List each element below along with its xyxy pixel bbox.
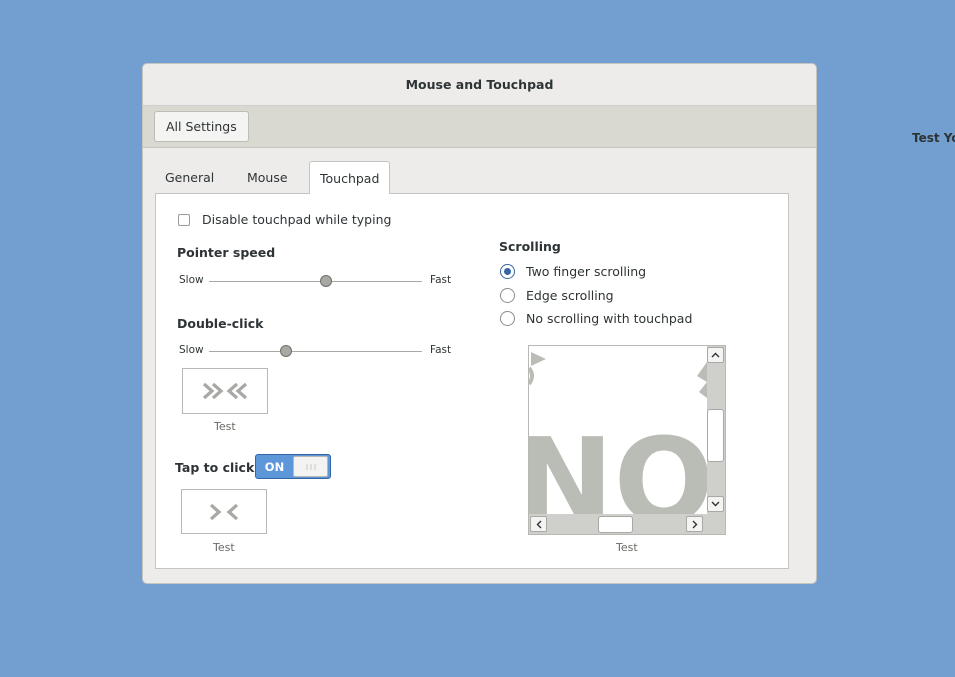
double-chevron-icon <box>202 382 248 400</box>
double-click-test-label: Test <box>214 420 236 433</box>
pointer-speed-track[interactable] <box>209 281 422 282</box>
double-click-slow-label: Slow <box>179 344 204 356</box>
tap-to-click-test-label: Test <box>213 541 235 554</box>
two-finger-scrolling-label: Two finger scrolling <box>526 264 647 279</box>
chevron-right-icon <box>692 520 697 528</box>
disable-while-typing-label: Disable touchpad while typing <box>202 212 392 227</box>
tap-to-click-heading: Tap to click <box>175 460 255 475</box>
grip-icon <box>306 463 315 470</box>
scroll-down-button[interactable] <box>707 496 724 512</box>
two-finger-scrolling-radio[interactable] <box>500 264 515 279</box>
disable-while-typing-checkbox[interactable] <box>178 214 190 226</box>
scrolling-heading: Scrolling <box>499 239 561 254</box>
background-label: Test Yo <box>912 131 955 145</box>
horizontal-scroll-thumb[interactable] <box>598 516 633 533</box>
tap-to-click-switch[interactable]: ON <box>255 454 331 479</box>
vertical-scroll-thumb[interactable] <box>707 409 724 462</box>
pointer-speed-slow-label: Slow <box>179 274 204 286</box>
pointer-speed-heading: Pointer speed <box>177 245 276 260</box>
pointer-speed-fast-label: Fast <box>430 274 452 286</box>
switch-handle[interactable] <box>293 456 328 477</box>
preview-text: NOM <box>529 412 707 516</box>
edge-scrolling-radio[interactable] <box>500 288 515 303</box>
scroll-test-area[interactable]: NOM <box>528 345 726 535</box>
edge-scrolling-label: Edge scrolling <box>526 288 614 303</box>
no-scrolling-label: No scrolling with touchpad <box>526 311 693 326</box>
mouse-touchpad-window: Mouse and Touchpad All Settings General … <box>142 63 817 584</box>
scroll-test-label: Test <box>616 541 638 554</box>
scroll-right-button[interactable] <box>686 516 703 532</box>
switch-on-label: ON <box>264 459 285 474</box>
chevron-left-icon <box>536 520 541 528</box>
converging-chevron-icon <box>209 503 239 520</box>
chevron-down-icon <box>711 501 720 507</box>
all-settings-button[interactable]: All Settings <box>154 111 249 142</box>
chevron-up-icon <box>711 352 720 358</box>
tab-mouse[interactable]: Mouse <box>237 161 298 194</box>
toolbar: All Settings <box>143 106 816 148</box>
scroll-preview-image: NOM <box>529 352 707 516</box>
tab-general[interactable]: General <box>155 161 224 194</box>
double-click-slider-handle[interactable] <box>279 345 292 357</box>
scroll-up-button[interactable] <box>707 347 724 363</box>
double-click-fast-label: Fast <box>430 344 452 356</box>
no-scrolling-radio[interactable] <box>500 311 515 326</box>
scroll-left-button[interactable] <box>530 516 547 532</box>
double-click-track[interactable] <box>209 351 422 352</box>
double-click-heading: Double-click <box>177 316 264 331</box>
tab-touchpad[interactable]: Touchpad <box>309 161 391 194</box>
pointer-speed-slider-handle[interactable] <box>320 275 333 287</box>
tap-to-click-test-area[interactable] <box>181 489 267 534</box>
window-title: Mouse and Touchpad <box>143 64 816 106</box>
double-click-test-area[interactable] <box>182 368 268 414</box>
touchpad-panel: Disable touchpad while typing Pointer sp… <box>155 193 789 569</box>
